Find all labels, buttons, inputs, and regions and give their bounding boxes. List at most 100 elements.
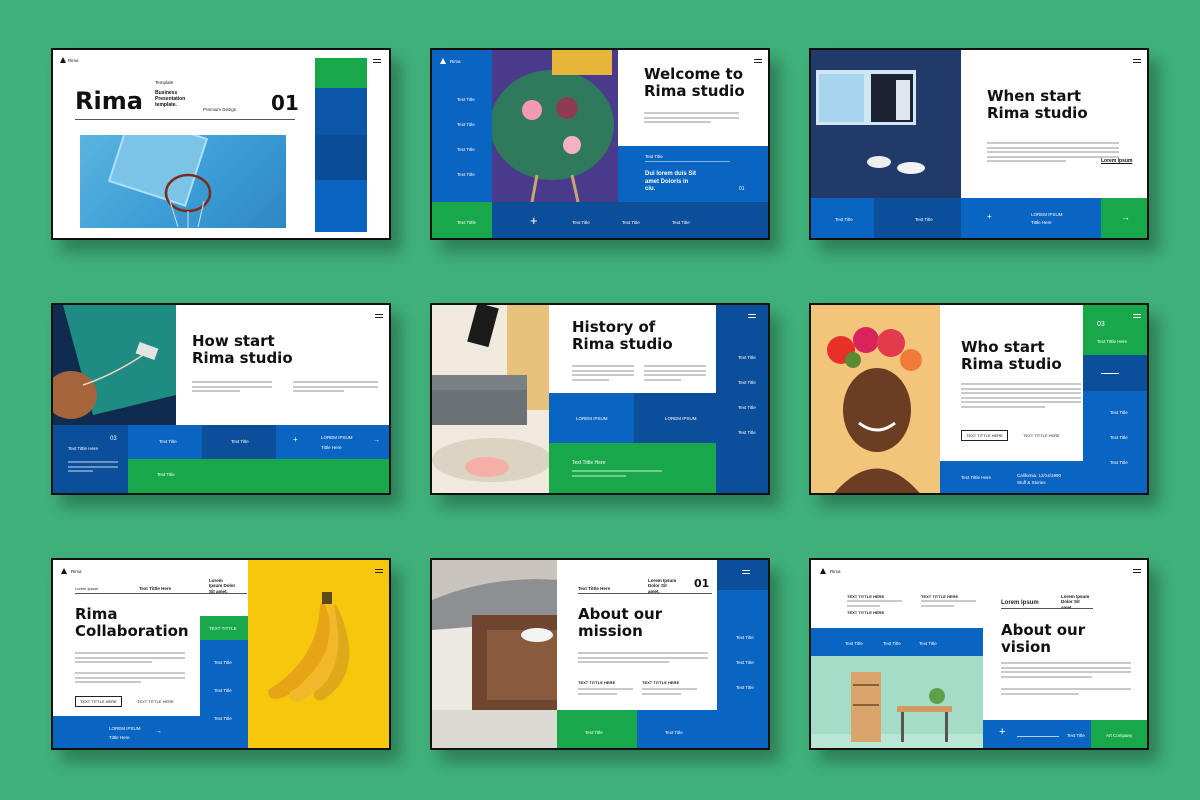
color-swatch-green (315, 58, 367, 88)
footer-sub: Stuff & Stories (1017, 480, 1046, 485)
woman-flower-crown-photo (811, 305, 940, 493)
menu-icon[interactable] (375, 569, 383, 573)
slide-thumbnail-5[interactable]: History of Rima studio LOREM IPSUM LOREM… (430, 303, 770, 495)
slide-thumbnail-3[interactable]: When start Rima studio Lorem Ipsum Text … (809, 48, 1149, 240)
footer-item-2: Text Title (915, 217, 933, 222)
nav-item-3[interactable]: Text Title (457, 147, 475, 152)
menu-icon[interactable] (375, 314, 383, 318)
menu-icon[interactable] (1133, 314, 1141, 318)
side-item-3[interactable]: Text Title (736, 685, 754, 690)
body-text-2 (644, 365, 706, 383)
panel-text (68, 461, 118, 475)
slide-thumbnail-4[interactable]: How start Rima studio 03 Text Tittle Her… (51, 303, 391, 495)
top-divider (1001, 608, 1093, 609)
side-item-3[interactable]: Text Title (214, 716, 232, 721)
lorem-label: LOREM IPSUM (1031, 212, 1063, 217)
lorem-sub: Tittle Here (1031, 220, 1052, 225)
outline-button[interactable]: TEXT TITTLE HERE (961, 430, 1008, 441)
banana-photo (248, 560, 389, 748)
lorem-label: LOREM IPSUM (109, 726, 141, 731)
slide-thumbnail-9[interactable]: Rima TEXT TITTLE HERE TEXT TITTLE HERE T… (809, 558, 1149, 750)
color-swatch-blue-1 (315, 88, 367, 135)
top-text-2 (921, 600, 976, 609)
band-item-3[interactable]: Text Title (919, 641, 937, 646)
menu-icon[interactable] (1133, 569, 1141, 573)
menu-icon[interactable] (748, 314, 756, 318)
body-text-2 (1001, 688, 1131, 697)
living-room-photo (432, 305, 549, 493)
side-header (717, 560, 768, 590)
side-item-3[interactable]: Text Title (1110, 460, 1128, 465)
slide-thumbnail-7[interactable]: Rima Lorem Ipsum Text Tittle Here Lorem … (51, 558, 391, 750)
side-item-1[interactable]: Text Title (738, 355, 756, 360)
side-item-2[interactable]: Text Title (736, 660, 754, 665)
slide-thumbnail-8[interactable]: Text Tittle Here Lorem Ipsum Dolor Sit a… (430, 558, 770, 750)
template-label: Template (155, 80, 174, 85)
side-item-2[interactable]: Text Title (214, 688, 232, 693)
side-item-1[interactable]: Text Title (1110, 410, 1128, 415)
nav-item-1[interactable]: Text Title (457, 97, 475, 102)
nav-item-4[interactable]: Text Title (457, 172, 475, 177)
panel-label: Text Tittle Here (68, 446, 99, 451)
band-item-1[interactable]: Text Title (845, 641, 863, 646)
side-item-1[interactable]: Text Title (214, 660, 232, 665)
plus-icon[interactable]: + (987, 212, 992, 221)
arrow-right-icon[interactable]: → (373, 437, 380, 444)
footer-item-3[interactable]: Text Title (672, 220, 690, 225)
slide-number: 01 (271, 91, 299, 115)
panel-text: Dui lorem duis Sit amet Doloris in ciu. (645, 171, 697, 192)
footer-bar (53, 716, 200, 748)
menu-icon[interactable] (373, 59, 381, 63)
menu-icon[interactable] (754, 59, 762, 63)
side-column (1083, 391, 1147, 493)
green-header (1083, 305, 1147, 355)
side-column (200, 640, 248, 748)
side-item-2[interactable]: Text Title (738, 380, 756, 385)
label-1: TEXT TITTLE HERE (578, 680, 616, 685)
body-text (644, 112, 739, 126)
green-band (128, 459, 389, 493)
plus-icon[interactable]: + (293, 435, 298, 444)
body-text-2 (75, 672, 185, 686)
basketball-hoop-photo (80, 135, 286, 228)
arrow-right-icon[interactable]: → (155, 728, 162, 735)
side-item-3[interactable]: Text Title (738, 405, 756, 410)
secondary-link[interactable]: TEXT TITTLE HERE (1023, 433, 1060, 438)
lorem-sub: Tittle Here (109, 735, 130, 740)
workspace-photo (811, 656, 983, 748)
menu-icon[interactable] (1133, 59, 1141, 63)
brand-label: Rima (68, 58, 79, 63)
band-item-2[interactable]: Text Title (883, 641, 901, 646)
cabinet-sneakers-photo (811, 50, 961, 198)
slide-title: When start Rima studio (987, 87, 1088, 122)
secondary-link[interactable]: TEXT TITTLE HERE (137, 699, 174, 704)
outline-button[interactable]: TEXT TITTLE HERE (75, 696, 122, 707)
slide-thumbnail-6[interactable]: Who start Rima studio TEXT TITTLE HERE T… (809, 303, 1149, 495)
footer-location: California, 12/14/1990 (1017, 473, 1062, 478)
side-item-4[interactable]: Text Title (738, 430, 756, 435)
side-item-1[interactable]: Text Title (736, 635, 754, 640)
lorem-label-2: LOREM IPSUM (665, 416, 697, 421)
footer-item-1[interactable]: Text Title (572, 220, 590, 225)
green-label: TEXT TITTLE (209, 626, 237, 631)
slide-thumbnail-1[interactable]: Rima Rima Template Business Presentation… (51, 48, 391, 240)
slide-title: Rima (75, 87, 143, 115)
plus-icon[interactable]: + (530, 213, 538, 228)
menu-icon[interactable] (742, 570, 750, 574)
logo-icon (440, 58, 446, 64)
color-swatch-blue-3 (315, 180, 367, 232)
plus-icon[interactable]: + (999, 726, 1005, 738)
nav-item-2[interactable]: Text Title (457, 122, 475, 127)
slide-thumbnail-2[interactable]: Rima Text Title Text Title Text Title Te… (430, 48, 770, 240)
panel-divider (645, 161, 730, 162)
lorem-link[interactable]: Lorem Ipsum (1101, 158, 1132, 164)
side-dash (1101, 373, 1119, 374)
footer-item-2[interactable]: Text Title (622, 220, 640, 225)
top-label-3: TEXT TITTLE HERE (847, 610, 885, 615)
logo-icon (820, 568, 826, 574)
side-item-2[interactable]: Text Title (1110, 435, 1128, 440)
body-text-3 (642, 688, 697, 697)
top-right-text: Lorem Ipsum Dolor Sit amet. (209, 578, 236, 594)
footer-cell-3 (961, 198, 1101, 238)
arrow-right-icon: → (1121, 212, 1130, 222)
